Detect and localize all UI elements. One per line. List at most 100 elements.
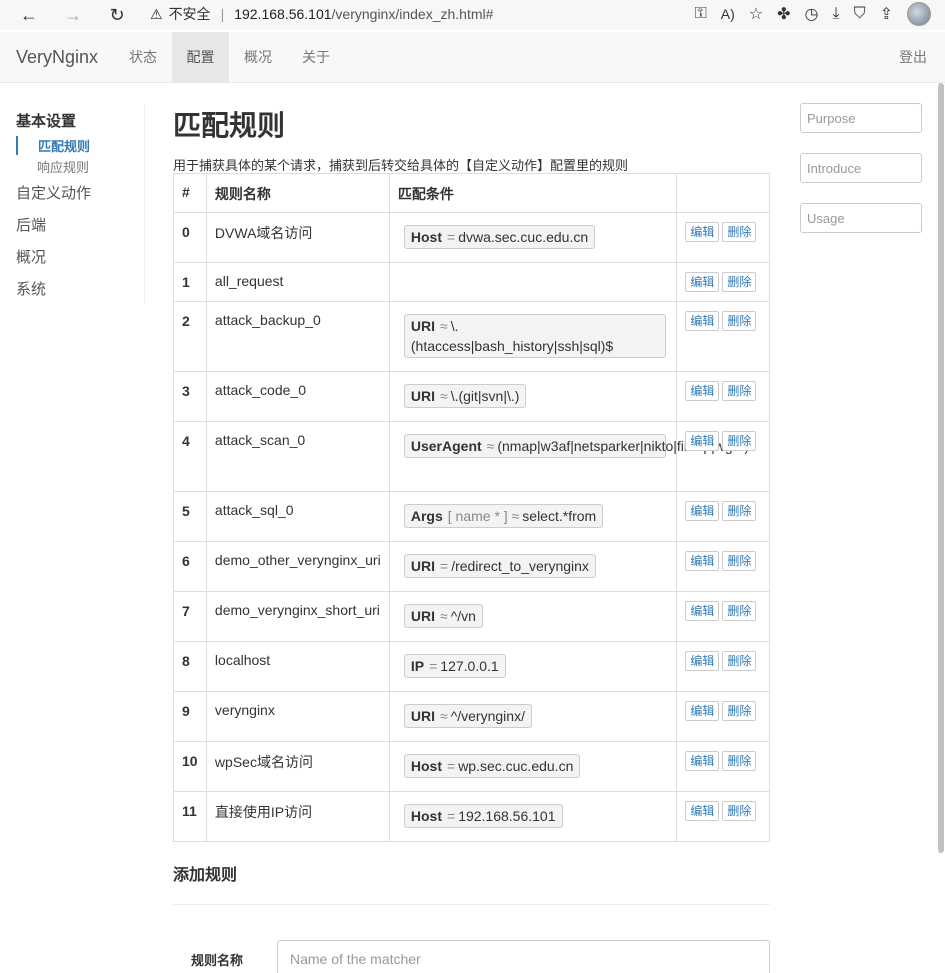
table-row: 2 attack_backup_0 URI ≈ \.(htaccess|bash_his… [173, 301, 770, 372]
rule-index: 0 [173, 212, 207, 263]
delete-button[interactable]: 删除 [722, 272, 757, 292]
edit-button[interactable]: 编辑 [685, 751, 720, 771]
key-icon[interactable]: ⚿ [695, 5, 707, 23]
rule-actions: 编辑 删除 [676, 641, 770, 692]
condition-operator: ≈ [440, 608, 448, 624]
rule-actions: 编辑 删除 [676, 301, 770, 372]
condition-key: URI [410, 708, 435, 724]
delete-button[interactable]: 删除 [722, 381, 757, 401]
delete-button[interactable]: 删除 [722, 551, 757, 571]
condition-operator: = [429, 658, 438, 674]
condition-operator: = [447, 229, 456, 245]
condition-key: URI [410, 318, 435, 334]
sidebar-item-response[interactable]: 响应规则 [17, 157, 89, 176]
reload-icon[interactable]: ↻ [104, 2, 130, 28]
delete-button[interactable]: 删除 [722, 651, 757, 671]
rule-index: 8 [173, 641, 207, 692]
address-bar[interactable]: ⚠ 不安全 | 192.168.56.101/verynginx/index_z… [150, 0, 630, 28]
delete-button[interactable]: 删除 [722, 311, 757, 331]
edit-button[interactable]: 编辑 [685, 431, 720, 451]
share-icon[interactable]: ⇪ [880, 4, 893, 24]
purpose-input[interactable] [800, 103, 922, 133]
condition-value: dvwa.sec.cuc.edu.cn [458, 229, 589, 245]
delete-button[interactable]: 删除 [722, 801, 757, 821]
rule-name: attack_sql_0 [205, 491, 390, 542]
condition-badge: Host = wp.sec.cuc.edu.cn [403, 754, 581, 778]
sidebar-item-summary[interactable]: 概况 [16, 246, 46, 267]
condition-key: URI [410, 608, 435, 624]
scrollbar-thumb[interactable] [938, 83, 944, 853]
condition-badge: IP = 127.0.0.1 [403, 654, 506, 678]
rule-actions: 编辑 删除 [676, 591, 770, 642]
edit-button[interactable]: 编辑 [685, 801, 720, 821]
logout-link[interactable]: 登出 [899, 32, 927, 82]
edit-button[interactable]: 编辑 [685, 651, 720, 671]
nav-config[interactable]: 配置 [172, 32, 229, 82]
delete-button[interactable]: 删除 [722, 701, 757, 721]
rule-actions: 编辑 删除 [676, 262, 770, 302]
extensions-icon[interactable]: ✤ [777, 4, 790, 24]
sidebar-item-backend[interactable]: 后端 [16, 214, 46, 235]
page-description: 用于捕获具体的某个请求，捕获到后转交给具体的【自定义动作】配置里的规则 [173, 158, 629, 173]
sidebar-item-system[interactable]: 系统 [16, 278, 46, 299]
delete-button[interactable]: 删除 [722, 601, 757, 621]
condition-badge: URI ≈ \.(htaccess|bash_history|ssh|sql)$ [403, 314, 666, 358]
delete-button[interactable]: 删除 [722, 222, 757, 242]
back-icon[interactable]: ← [16, 2, 42, 28]
condition-key: UserAgent [410, 438, 482, 454]
table-row: 4 attack_scan_0 UserAgent ≈ (nmap|w3af|netsp… [173, 421, 770, 492]
history-icon[interactable]: ◷ [805, 4, 819, 24]
rule-name: all_request [205, 262, 390, 302]
condition-operator: = [447, 808, 456, 824]
delete-button[interactable]: 删除 [722, 751, 757, 771]
page-scrollbar[interactable] [937, 83, 945, 973]
sidebar-item-custom-action[interactable]: 自定义动作 [16, 182, 91, 203]
rule-condition-cell [388, 262, 678, 302]
edit-button[interactable]: 编辑 [685, 501, 720, 521]
rule-index: 9 [173, 691, 207, 742]
condition-value: /redirect_to_verynginx [451, 558, 589, 574]
condition-operator: = [447, 758, 456, 774]
edit-button[interactable]: 编辑 [685, 222, 720, 242]
edit-button[interactable]: 编辑 [685, 272, 720, 292]
insecure-label: 不安全 [168, 6, 211, 22]
rule-actions: 编辑 删除 [676, 791, 770, 842]
nav-summary[interactable]: 概况 [229, 32, 287, 82]
rule-name-input[interactable] [277, 940, 770, 973]
read-aloud-icon[interactable]: A) [721, 6, 735, 22]
rule-condition-cell: Args[ name * ] ≈ select.*from [388, 491, 678, 542]
sidebar-heading-basic[interactable]: 基本设置 [16, 110, 76, 131]
edit-button[interactable]: 编辑 [685, 551, 720, 571]
edit-button[interactable]: 编辑 [685, 311, 720, 331]
nav-about[interactable]: 关于 [287, 32, 345, 82]
condition-badge: URI ≈ ^/verynginx/ [403, 704, 532, 728]
forward-icon[interactable]: → [60, 2, 86, 28]
browser-toolbar: ← → ↻ ⚠ 不安全 | 192.168.56.101/verynginx/i… [0, 0, 945, 30]
edit-button[interactable]: 编辑 [685, 701, 720, 721]
shield-icon[interactable]: ⛉ [854, 5, 866, 23]
condition-operator: = [440, 558, 449, 574]
nav-status[interactable]: 状态 [114, 32, 172, 82]
table-row: 11 直接使用IP访问 Host = 192.168.56.101 编辑 删除 [173, 791, 770, 842]
edit-button[interactable]: 编辑 [685, 601, 720, 621]
profile-avatar[interactable] [907, 2, 931, 26]
rule-name: localhost [205, 641, 390, 692]
delete-button[interactable]: 删除 [722, 431, 757, 451]
download-icon[interactable]: ⤓ [833, 5, 840, 23]
delete-button[interactable]: 删除 [722, 501, 757, 521]
rule-index: 11 [173, 791, 207, 842]
rule-condition-cell: URI ≈ \.(git|svn|\.) [388, 371, 678, 422]
brand-logo[interactable]: VeryNginx [16, 47, 98, 68]
table-row: 6 demo_other_verynginx_uri URI =/redirect_t… [173, 541, 770, 592]
rule-name: attack_backup_0 [205, 301, 390, 372]
rule-index: 5 [173, 491, 207, 542]
rule-name: demo_verynginx_short_uri [205, 591, 390, 642]
rule-condition-cell: Host = 192.168.56.101 [388, 791, 678, 842]
favorite-add-icon[interactable]: ☆ [749, 4, 763, 24]
usage-input[interactable] [800, 203, 922, 233]
introduce-input[interactable] [800, 153, 922, 183]
edit-button[interactable]: 编辑 [685, 381, 720, 401]
table-row: 1 all_request 编辑 删除 [173, 262, 770, 302]
table-row: 3 attack_code_0 URI ≈ \.(git|svn|\.) 编辑 删除 [173, 371, 770, 422]
sidebar-item-matcher[interactable]: 匹配规则 [16, 136, 90, 155]
